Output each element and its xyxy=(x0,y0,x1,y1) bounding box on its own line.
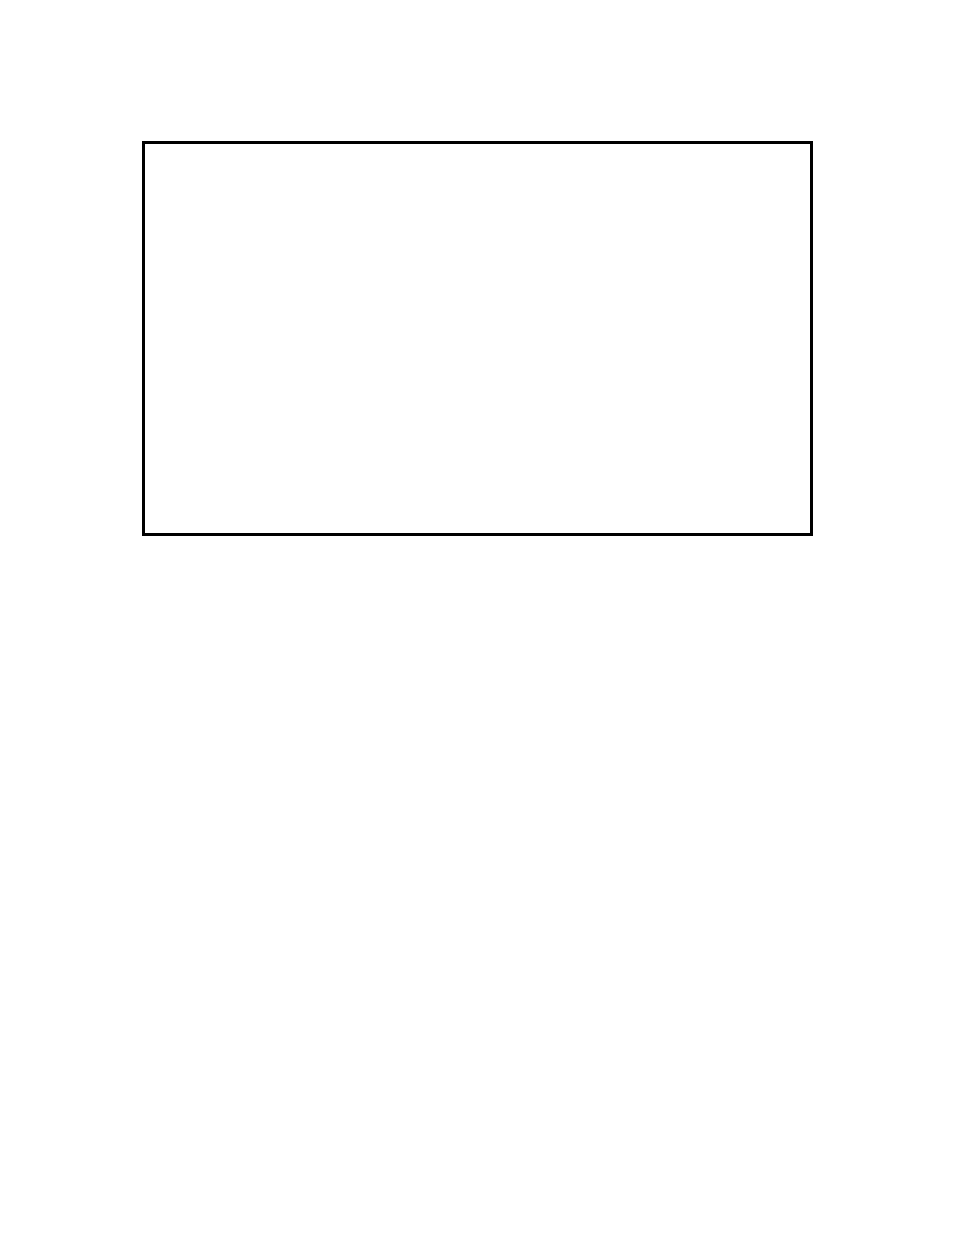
empty-rectangle xyxy=(142,141,813,536)
